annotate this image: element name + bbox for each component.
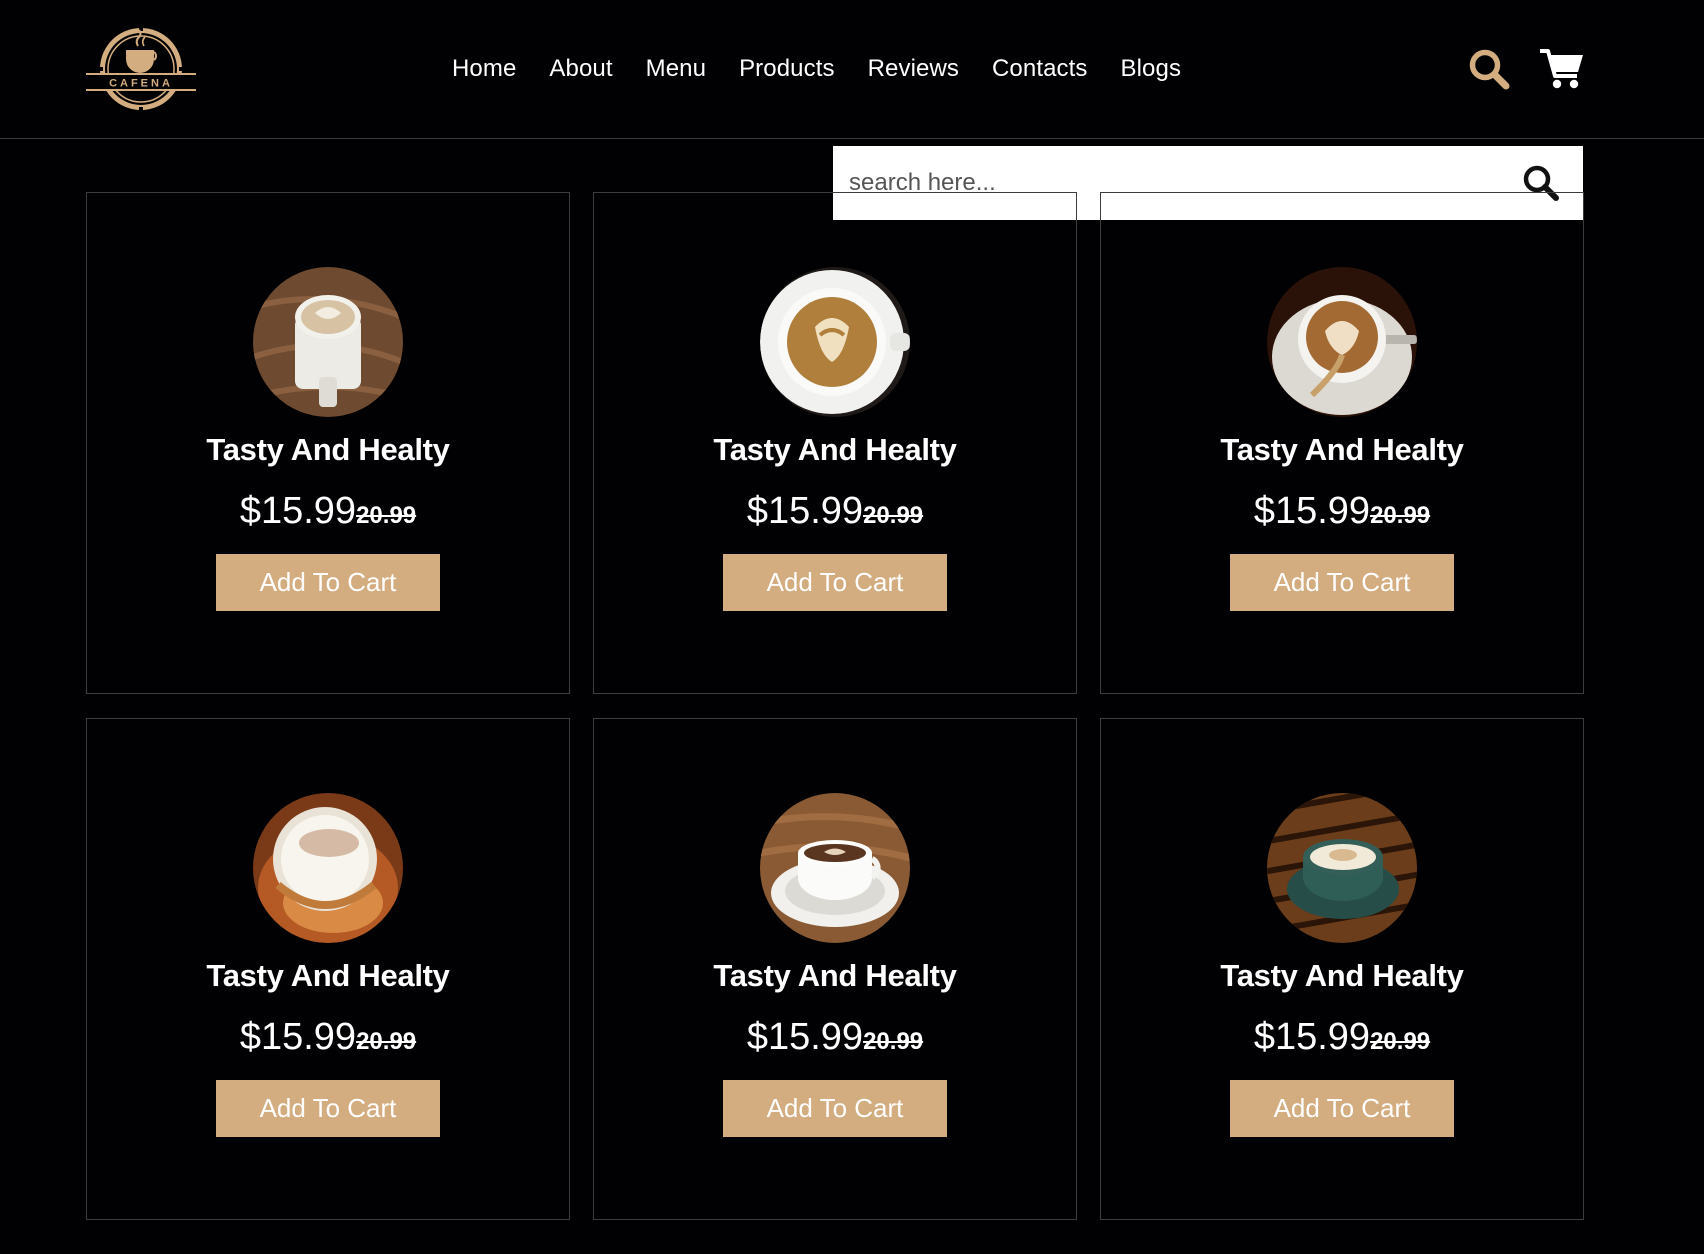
add-to-cart-button[interactable]: Add To Cart (723, 554, 947, 611)
add-to-cart-button[interactable]: Add To Cart (216, 1080, 440, 1137)
cafena-logo[interactable]: CAFENA (86, 22, 196, 113)
coffee-image (760, 793, 910, 943)
old-price: 20.99 (863, 1028, 924, 1055)
product-card: Tasty And Healty $15.9920.99 Add To Cart (1100, 192, 1584, 694)
product-price: $15.9920.99 (747, 492, 923, 530)
add-to-cart-button[interactable]: Add To Cart (216, 554, 440, 611)
coffee-image (253, 267, 403, 417)
nav-products[interactable]: Products (739, 55, 835, 83)
product-card: Tasty And Healty $15.9920.99 Add To Cart (1100, 718, 1584, 1220)
old-price: 20.99 (1370, 502, 1431, 529)
old-price: 20.99 (356, 502, 417, 529)
current-price: $15.99 (1253, 490, 1371, 532)
coffee-image (253, 793, 403, 943)
nav-home[interactable]: Home (452, 55, 516, 83)
add-to-cart-button[interactable]: Add To Cart (723, 1080, 947, 1137)
search-icon[interactable] (1468, 48, 1510, 90)
coffee-image (1267, 267, 1417, 417)
site-header: CAFENA Home About Menu Products Reviews … (0, 0, 1704, 139)
add-to-cart-button[interactable]: Add To Cart (1230, 554, 1454, 611)
old-price: 20.99 (356, 1028, 417, 1055)
product-price: $15.9920.99 (240, 1018, 416, 1056)
cart-icon[interactable] (1540, 48, 1584, 90)
product-title: Tasty And Healty (713, 958, 957, 993)
old-price: 20.99 (1370, 1028, 1431, 1055)
product-price: $15.9920.99 (1254, 1018, 1430, 1056)
product-title: Tasty And Healty (1220, 958, 1464, 993)
product-grid: Tasty And Healty $15.9920.99 Add To Cart… (86, 192, 1584, 1220)
current-price: $15.99 (1253, 1016, 1371, 1058)
product-price: $15.9920.99 (1254, 492, 1430, 530)
current-price: $15.99 (239, 490, 357, 532)
product-title: Tasty And Healty (206, 958, 450, 993)
nav-reviews[interactable]: Reviews (868, 55, 959, 83)
product-price: $15.9920.99 (240, 492, 416, 530)
main-nav: Home About Menu Products Reviews Contact… (452, 52, 1181, 86)
nav-contacts[interactable]: Contacts (992, 55, 1088, 83)
product-card: Tasty And Healty $15.9920.99 Add To Cart (86, 192, 570, 694)
product-card: Tasty And Healty $15.9920.99 Add To Cart (593, 718, 1077, 1220)
product-price: $15.9920.99 (747, 1018, 923, 1056)
nav-about[interactable]: About (549, 55, 612, 83)
coffee-image (760, 267, 910, 417)
product-title: Tasty And Healty (206, 432, 450, 467)
current-price: $15.99 (746, 490, 864, 532)
product-title: Tasty And Healty (1220, 432, 1464, 467)
product-card: Tasty And Healty $15.9920.99 Add To Cart (593, 192, 1077, 694)
nav-menu[interactable]: Menu (646, 55, 706, 83)
product-title: Tasty And Healty (713, 432, 957, 467)
old-price: 20.99 (863, 502, 924, 529)
nav-blogs[interactable]: Blogs (1121, 55, 1182, 83)
current-price: $15.99 (746, 1016, 864, 1058)
product-card: Tasty And Healty $15.9920.99 Add To Cart (86, 718, 570, 1220)
logo-text: CAFENA (109, 78, 173, 90)
current-price: $15.99 (239, 1016, 357, 1058)
add-to-cart-button[interactable]: Add To Cart (1230, 1080, 1454, 1137)
coffee-image (1267, 793, 1417, 943)
